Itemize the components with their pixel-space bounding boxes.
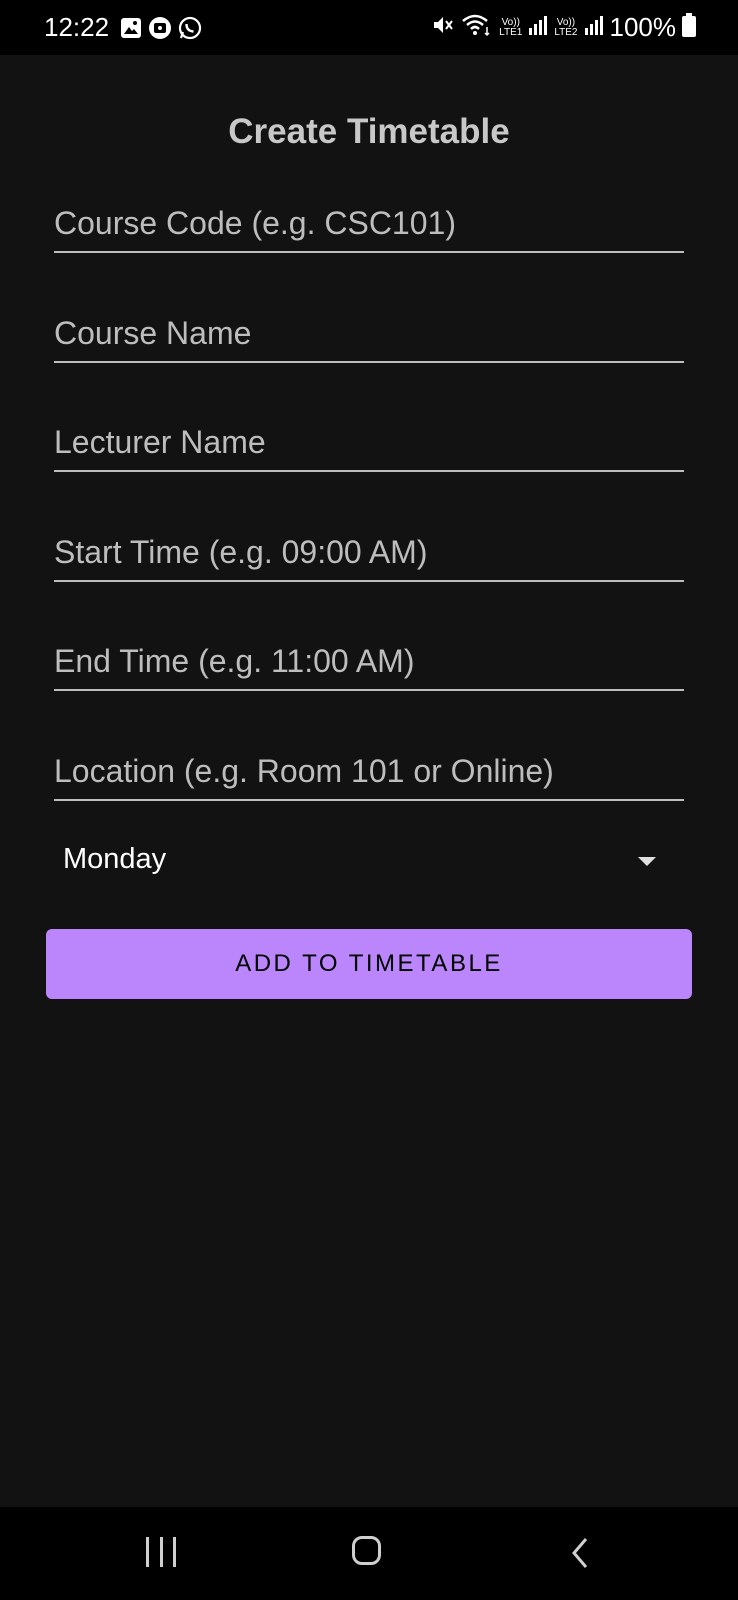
end-time-field[interactable] (54, 633, 684, 691)
battery-percent: 100% (609, 12, 677, 42)
course-code-field[interactable] (54, 195, 684, 253)
course-code-input[interactable] (54, 201, 684, 245)
lecturer-name-input[interactable] (54, 420, 684, 464)
day-dropdown[interactable]: Monday (54, 833, 684, 889)
course-name-input[interactable] (54, 311, 684, 355)
dropdown-arrow-icon (638, 857, 656, 866)
end-time-input[interactable] (54, 639, 684, 683)
whatsapp-icon (178, 16, 202, 45)
add-to-timetable-button[interactable]: ADD TO TIMETABLE (46, 929, 692, 999)
navigation-bar (0, 1507, 738, 1600)
system-icons: Vo)) LTE1 Vo)) LTE2 100% (431, 12, 696, 43)
battery-icon (682, 13, 696, 42)
signal-lte1-icon: Vo)) LTE1 (499, 16, 523, 38)
wifi-icon (461, 13, 493, 42)
course-name-field[interactable] (54, 305, 684, 363)
status-time: 12:22 (44, 12, 110, 42)
notification-icons (120, 16, 202, 45)
signal-bars-2-icon (584, 14, 604, 41)
back-icon[interactable] (566, 1537, 596, 1569)
recents-icon[interactable] (146, 1537, 176, 1567)
home-icon[interactable] (352, 1536, 381, 1565)
create-timetable-screen: Create Timetable Monday ADD TO TIMETABLE (0, 55, 738, 1507)
location-field[interactable] (54, 743, 684, 801)
gallery-icon (120, 17, 142, 44)
location-input[interactable] (54, 749, 684, 793)
status-bar: 12:22 Vo)) LTE1 Vo)) LTE2 100% (0, 0, 738, 55)
lecturer-name-field[interactable] (54, 414, 684, 472)
signal-bars-1-icon (528, 14, 548, 41)
notification-icon (148, 16, 172, 45)
signal-lte2-icon: Vo)) LTE2 (554, 16, 578, 38)
start-time-field[interactable] (54, 524, 684, 582)
start-time-input[interactable] (54, 530, 684, 574)
day-selected-value: Monday (63, 843, 167, 875)
page-title: Create Timetable (228, 112, 510, 151)
mute-icon (431, 13, 455, 42)
